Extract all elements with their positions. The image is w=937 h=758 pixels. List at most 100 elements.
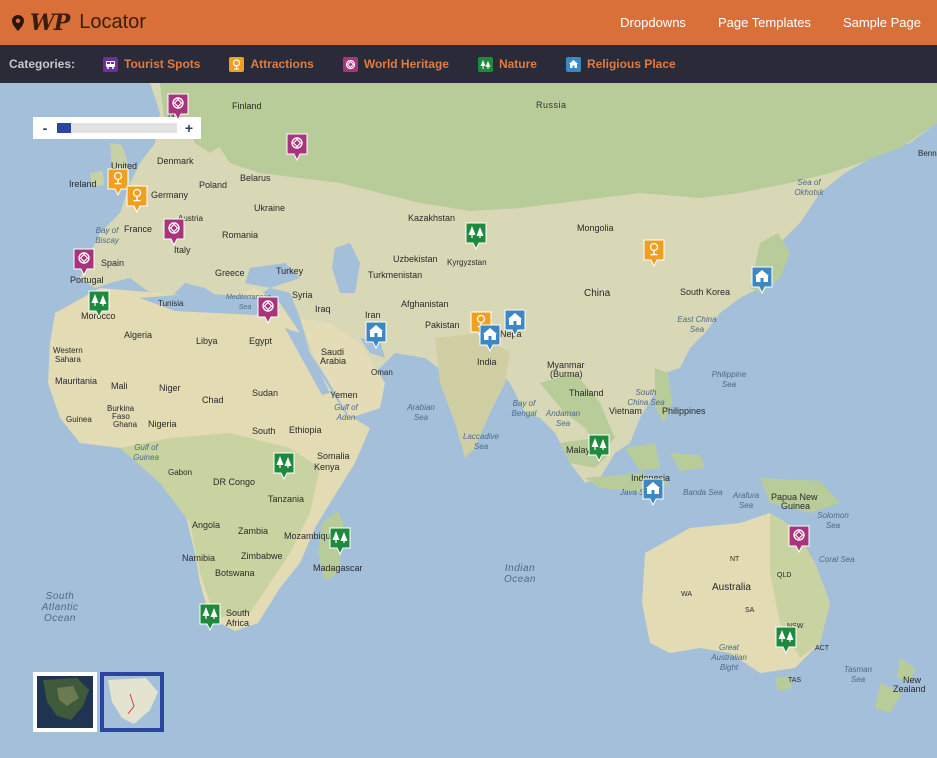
marker-nature-morocco[interactable] [88,290,110,318]
place-label: DR Congo [213,477,256,487]
zoom-in-button[interactable]: + [183,121,195,135]
place-label: South Africa [226,608,250,628]
place-label: Romania [222,230,259,240]
marker-nature-south-africa[interactable] [199,603,221,631]
marker-nature-australia[interactable] [775,626,797,654]
place-label: Guinea [781,501,811,511]
marker-world-heritage-australia[interactable] [788,525,810,553]
category-religious-place[interactable]: Religious Place [565,56,676,72]
marker-attractions-belgium[interactable] [126,185,148,213]
place-label: QLD [777,572,792,579]
nature-icon [477,56,493,72]
category-label-world-heritage: World Heritage [363,57,449,71]
marker-religious-place-japan[interactable] [751,266,773,294]
place-label: Chad [202,395,224,405]
religious-place-icon [565,56,581,72]
attractions-icon [229,56,245,72]
place-label: Yemen [330,390,358,400]
place-label: Uzbekistan [393,254,438,264]
brand-wp-text: WP [30,9,70,36]
place-label: Sudan [252,388,279,398]
nav-dropdowns[interactable]: Dropdowns [604,0,702,45]
place-label: Tanzania [268,494,305,504]
marker-attractions-china[interactable] [643,239,665,267]
place-label: Somalia [317,451,350,461]
water-label: Arabian Sea [407,403,435,422]
place-label: South Korea [680,287,731,297]
category-attractions[interactable]: Attractions [229,56,314,72]
water-label: South China Sea [627,388,665,407]
place-label: Tunisia [158,299,184,308]
place-label: WA [681,591,693,598]
nav-page-templates[interactable]: Page Templates [702,0,827,45]
marker-world-heritage-israel[interactable] [257,296,279,324]
place-label: Zambia [238,526,269,536]
place-label: (Burma) [550,369,583,379]
place-label: Kenya [314,462,340,472]
place-label: Turkey [276,266,304,276]
place-label: Philippines [662,406,706,416]
zoom-slider[interactable] [57,123,177,133]
place-label: Belarus [240,173,271,183]
water-label: Banda Sea [683,488,723,497]
marker-religious-place-india[interactable] [479,324,501,352]
place-label: Kazakhstan [408,213,456,223]
marker-world-heritage-spain[interactable] [73,248,95,276]
place-label: Spain [101,258,125,268]
zoom-slider-fill [57,123,72,133]
marker-nature-kenya[interactable] [273,452,295,480]
category-tourist-spots[interactable]: Tourist Spots [103,56,200,72]
marker-religious-place-nepal[interactable] [504,309,526,337]
marker-religious-place-iran[interactable] [365,321,387,349]
water-label: Bay of Bengal [511,399,537,418]
marker-nature-madagascar[interactable] [329,527,351,555]
place-label: Nigeria [148,419,177,429]
place-label: Angola [192,520,221,530]
place-label: France [124,224,153,234]
map-view-thumb[interactable] [100,672,164,732]
place-label: SA [745,607,755,614]
marker-nature-malaysia[interactable] [588,434,610,462]
marker-world-heritage-norway[interactable] [167,93,189,121]
place-label: Pakistan [425,320,460,330]
place-label: Thailand [569,388,604,398]
place-label: Benn [918,149,937,158]
place-label: Ireland [69,179,97,189]
satellite-thumb-image [37,676,93,728]
water-label: Sea of Okhotsk [794,178,824,197]
brand-logo[interactable]: WP Locator [0,10,146,36]
place-label: Greece [215,268,245,278]
zoom-out-button[interactable]: - [39,121,51,135]
satellite-view-thumb[interactable] [33,672,97,732]
place-label: ACT [815,645,829,652]
place-label: Afghanistan [401,299,449,309]
place-label: Russia [536,100,567,110]
marker-world-heritage-moscow[interactable] [286,133,308,161]
water-label: Tasman Sea [843,665,873,684]
place-label: Madagascar [313,563,363,573]
water-label: Solomon Sea [817,511,849,530]
water-label: Andaman Sea [545,409,581,428]
category-world-heritage[interactable]: World Heritage [342,56,449,72]
place-label: Denmark [157,156,194,166]
world-map[interactable]: - + Russia Finland Nor Denmark United Ir… [0,83,937,758]
nav-sample-page[interactable]: Sample Page [827,0,937,45]
category-label-religious-place: Religious Place [586,57,676,71]
marker-world-heritage-switzerland[interactable] [163,218,185,246]
marker-nature-kazakhstan[interactable] [465,222,487,250]
ocean-label: South Atlantic Ocean [41,591,79,624]
world-heritage-icon [342,56,358,72]
marker-religious-place-java[interactable] [642,478,664,506]
category-nature[interactable]: Nature [477,56,537,72]
place-label: Kyrgyzstan [447,258,487,267]
place-label: Namibia [182,553,216,563]
place-label: NT [730,556,740,563]
place-label: China [584,288,611,299]
place-label: Mali [111,381,128,391]
place-label: Iraq [315,304,331,314]
place-label: TAS [788,677,802,684]
water-label: Arafura Sea [732,491,760,510]
place-label: Syria [292,290,313,300]
water-label: Great Australian Bight [711,643,747,672]
place-label: Libya [196,336,218,346]
